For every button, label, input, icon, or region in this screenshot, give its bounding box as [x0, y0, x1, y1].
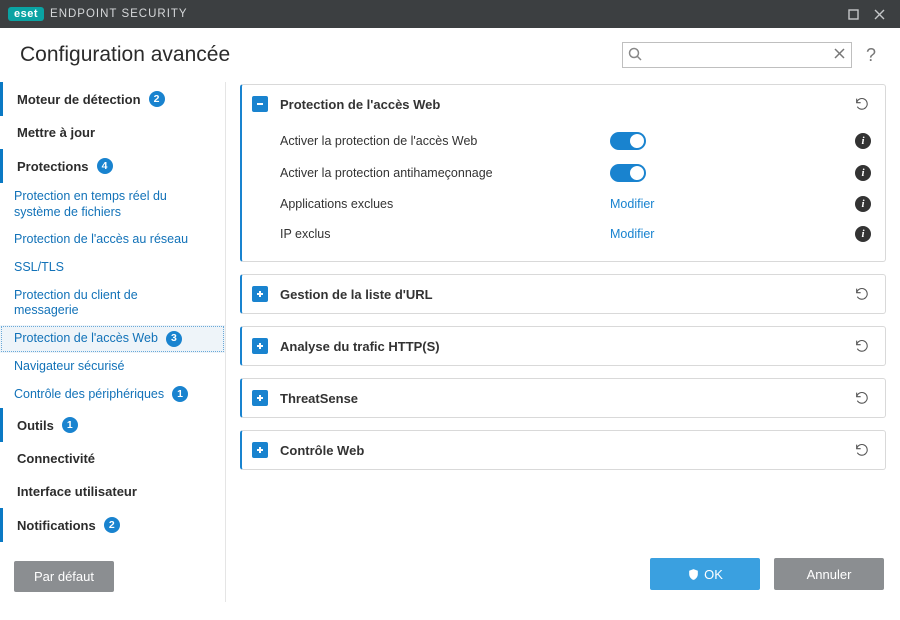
- search-field-wrap: [622, 42, 852, 68]
- edit-link[interactable]: Modifier: [610, 227, 654, 241]
- panel-3: ThreatSense: [240, 378, 886, 418]
- revert-icon[interactable]: [853, 285, 871, 303]
- ok-label: OK: [704, 567, 723, 582]
- setting-row: IP exclusModifier i: [280, 219, 871, 249]
- revert-icon[interactable]: [853, 95, 871, 113]
- sidebar-item-0[interactable]: Moteur de détection 2: [0, 82, 225, 116]
- search-input[interactable]: [622, 42, 852, 68]
- sidebar-item-8[interactable]: Navigateur sécurisé: [0, 353, 225, 381]
- setting-row: Activer la protection de l'accès Web i: [280, 125, 871, 157]
- count-badge: 1: [62, 417, 78, 433]
- sidebar-item-12[interactable]: Interface utilisateur: [0, 475, 225, 508]
- footer-buttons: OK Annuler: [650, 558, 884, 590]
- sidebar-item-label: Navigateur sécurisé: [14, 359, 124, 375]
- panel-title: Gestion de la liste d'URL: [280, 287, 853, 302]
- sidebar-item-2[interactable]: Protections 4: [0, 149, 225, 183]
- ok-button[interactable]: OK: [650, 558, 760, 590]
- sidebar-item-13[interactable]: Notifications 2: [0, 508, 225, 542]
- count-badge: 4: [97, 158, 113, 174]
- revert-icon[interactable]: [853, 389, 871, 407]
- count-badge: 3: [166, 331, 182, 347]
- expand-icon[interactable]: [252, 338, 268, 354]
- sidebar-item-label: Outils: [17, 418, 54, 433]
- panel-body: Activer la protection de l'accès WebiAct…: [242, 123, 885, 261]
- panel-4: Contrôle Web: [240, 430, 886, 470]
- sidebar-item-label: Mettre à jour: [17, 125, 95, 140]
- panel-title: Contrôle Web: [280, 443, 853, 458]
- edit-link[interactable]: Modifier: [610, 197, 654, 211]
- sidebar-item-label: Protection en temps réel du système de f…: [14, 189, 194, 220]
- sidebar-item-label: Protection du client de messagerie: [14, 288, 194, 319]
- revert-icon[interactable]: [853, 441, 871, 459]
- sidebar-item-4[interactable]: Protection de l'accès au réseau: [0, 226, 225, 254]
- info-icon[interactable]: i: [855, 226, 871, 242]
- panel-header[interactable]: Gestion de la liste d'URL: [242, 275, 885, 313]
- setting-label: Applications exclues: [280, 197, 610, 211]
- toggle-switch[interactable]: [610, 132, 646, 150]
- sidebar-item-9[interactable]: Contrôle des périphériques 1: [0, 380, 225, 408]
- page-title: Configuration avancée: [20, 43, 230, 67]
- sidebar-item-label: Contrôle des périphériques: [14, 387, 164, 403]
- sidebar-item-11[interactable]: Connectivité: [0, 442, 225, 475]
- sidebar-item-7[interactable]: Protection de l'accès Web 3: [0, 325, 225, 353]
- sidebar-item-label: Protection de l'accès Web: [14, 331, 158, 347]
- sidebar-item-label: Connectivité: [17, 451, 95, 466]
- sidebar-item-6[interactable]: Protection du client de messagerie: [0, 282, 225, 325]
- collapse-icon[interactable]: [252, 96, 268, 112]
- sidebar: Moteur de détection 2 Mettre à jour Protect…: [0, 78, 228, 602]
- sidebar-item-3[interactable]: Protection en temps réel du système de f…: [0, 183, 225, 226]
- product-name: ENDPOINT SECURITY: [50, 8, 188, 20]
- count-badge: 2: [104, 517, 120, 533]
- toggle-switch[interactable]: [610, 164, 646, 182]
- clear-search-icon[interactable]: [833, 47, 846, 63]
- setting-label: Activer la protection de l'accès Web: [280, 134, 610, 148]
- info-icon[interactable]: i: [855, 133, 871, 149]
- setting-label: IP exclus: [280, 227, 610, 241]
- count-badge: 2: [149, 91, 165, 107]
- expand-icon[interactable]: [252, 390, 268, 406]
- count-badge: 1: [172, 386, 188, 402]
- setting-label: Activer la protection antihameçonnage: [280, 166, 610, 180]
- sidebar-item-label: Interface utilisateur: [17, 484, 137, 499]
- setting-row: Applications excluesModifier i: [280, 189, 871, 219]
- default-button[interactable]: Par défaut: [14, 561, 114, 592]
- window-maximize-icon[interactable]: [840, 4, 866, 24]
- revert-icon[interactable]: [853, 337, 871, 355]
- sidebar-item-1[interactable]: Mettre à jour: [0, 116, 225, 149]
- main-content: Protection de l'accès Web Activer la prot…: [228, 78, 900, 602]
- brand-logo: eset: [8, 7, 44, 21]
- sidebar-item-10[interactable]: Outils 1: [0, 408, 225, 442]
- expand-icon[interactable]: [252, 442, 268, 458]
- panel-title: Analyse du trafic HTTP(S): [280, 339, 853, 354]
- panel-header[interactable]: Analyse du trafic HTTP(S): [242, 327, 885, 365]
- sidebar-item-label: Moteur de détection: [17, 92, 141, 107]
- panel-1: Gestion de la liste d'URL: [240, 274, 886, 314]
- shield-icon: [687, 568, 700, 581]
- panel-2: Analyse du trafic HTTP(S): [240, 326, 886, 366]
- search-icon: [628, 47, 642, 64]
- info-icon[interactable]: i: [855, 196, 871, 212]
- info-icon[interactable]: i: [855, 165, 871, 181]
- panel-0: Protection de l'accès Web Activer la prot…: [240, 84, 886, 262]
- panel-header[interactable]: Protection de l'accès Web: [242, 85, 885, 123]
- panel-header[interactable]: Contrôle Web: [242, 431, 885, 469]
- help-button[interactable]: ?: [862, 45, 880, 66]
- cancel-button[interactable]: Annuler: [774, 558, 884, 590]
- expand-icon[interactable]: [252, 286, 268, 302]
- window-close-icon[interactable]: [866, 4, 892, 24]
- titlebar: eset ENDPOINT SECURITY: [0, 0, 900, 28]
- sidebar-item-label: SSL/TLS: [14, 260, 64, 276]
- sidebar-item-label: Protection de l'accès au réseau: [14, 232, 188, 248]
- setting-row: Activer la protection antihameçonnage i: [280, 157, 871, 189]
- sidebar-item-label: Protections: [17, 159, 89, 174]
- panel-header[interactable]: ThreatSense: [242, 379, 885, 417]
- sidebar-item-5[interactable]: SSL/TLS: [0, 254, 225, 282]
- panel-title: Protection de l'accès Web: [280, 97, 853, 112]
- header: Configuration avancée ?: [0, 28, 900, 78]
- panel-title: ThreatSense: [280, 391, 853, 406]
- sidebar-item-label: Notifications: [17, 518, 96, 533]
